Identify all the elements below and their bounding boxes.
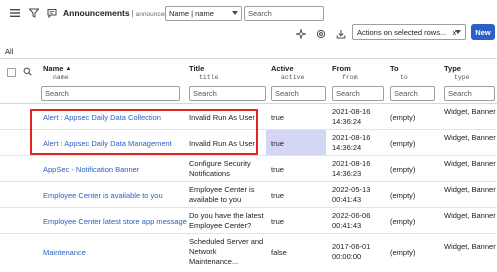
title-cell: Scheduled Server and Network Maintenance… bbox=[189, 237, 264, 266]
hamburger-menu-icon[interactable] bbox=[7, 5, 23, 21]
from-cell: 2017-06-01 00:00:00 bbox=[332, 242, 371, 261]
list-header: Announcements | announcement Name | name bbox=[0, 0, 497, 26]
table-row[interactable]: Employee Center is available to you Empl… bbox=[0, 182, 497, 208]
column-header-type[interactable]: Type type bbox=[444, 64, 470, 81]
title-cell: Invalid Run As User bbox=[189, 113, 255, 122]
column-header-title[interactable]: Title title bbox=[189, 64, 219, 81]
type-cell: Widget, Banner bbox=[444, 211, 496, 220]
from-cell: 2021-08-16 14:36:23 bbox=[332, 159, 371, 178]
active-cell: true bbox=[271, 113, 284, 122]
column-field-name: active bbox=[281, 74, 305, 81]
actions-select-value: Actions on selected rows... x bbox=[357, 27, 457, 37]
column-label: Type bbox=[444, 64, 461, 73]
table-row[interactable]: AppSec - Notification Banner Configure S… bbox=[0, 156, 497, 182]
name-column-search-input[interactable] bbox=[41, 86, 180, 101]
settings-gear-icon[interactable] bbox=[313, 26, 329, 42]
type-cell: Widget, Banner bbox=[444, 159, 496, 168]
name-link[interactable]: Maintenance bbox=[43, 248, 86, 258]
to-cell: (empty) bbox=[390, 191, 416, 200]
download-icon[interactable] bbox=[333, 26, 349, 42]
column-label: Name bbox=[43, 64, 64, 73]
type-cell: Widget, Banner bbox=[444, 242, 496, 251]
column-header-name[interactable]: Name ▲ name bbox=[43, 64, 71, 81]
to-cell: (empty) bbox=[390, 139, 416, 148]
from-column-search-input[interactable] bbox=[332, 86, 384, 101]
search-icon[interactable] bbox=[23, 67, 32, 78]
ai-sparkle-icon[interactable] bbox=[293, 26, 309, 42]
to-cell: (empty) bbox=[390, 113, 416, 122]
table-row[interactable]: Alert : Appsec Daily Data Management Inv… bbox=[0, 130, 497, 156]
from-cell: 2021-08-16 14:36:24 bbox=[332, 133, 371, 152]
sort-ascending-icon: ▲ bbox=[65, 66, 72, 72]
select-all-checkbox[interactable] bbox=[7, 68, 16, 77]
active-cell: true bbox=[271, 191, 284, 200]
breadcrumb[interactable]: All bbox=[5, 47, 13, 56]
chevron-down-icon bbox=[455, 30, 461, 34]
table-row[interactable]: Alert : Appsec Daily Data Collection Inv… bbox=[0, 104, 497, 130]
column-search-row bbox=[0, 83, 497, 104]
table-row[interactable]: Employee Center latest store app message… bbox=[0, 208, 497, 234]
type-cell: Widget, Banner bbox=[444, 107, 496, 116]
column-header-row: Name ▲ name Title title Active active Fro… bbox=[0, 58, 497, 82]
active-cell: true bbox=[271, 217, 284, 226]
name-link[interactable]: Employee Center latest store app message bbox=[43, 217, 187, 227]
actions-on-selected-rows-select[interactable]: Actions on selected rows... x bbox=[352, 24, 466, 40]
active-column-search-input[interactable] bbox=[271, 86, 326, 101]
active-cell: false bbox=[271, 248, 287, 257]
column-label: From bbox=[332, 64, 351, 73]
title-separator: | bbox=[131, 9, 134, 18]
comment-icon[interactable] bbox=[44, 5, 60, 21]
search-input[interactable] bbox=[244, 6, 324, 21]
from-cell: 2022-06-06 00:41:43 bbox=[332, 211, 371, 230]
search-field-select-value: Name | name bbox=[169, 9, 214, 18]
column-label: Title bbox=[189, 64, 205, 73]
active-cell: true bbox=[271, 165, 284, 174]
type-cell: Widget, Banner bbox=[444, 185, 496, 194]
column-label: Active bbox=[271, 64, 294, 73]
column-field-name: from bbox=[342, 74, 358, 81]
to-column-search-input[interactable] bbox=[390, 86, 435, 101]
to-cell: (empty) bbox=[390, 217, 416, 226]
column-field-name: title bbox=[199, 74, 219, 81]
column-header-active[interactable]: Active active bbox=[271, 64, 304, 81]
column-field-name: type bbox=[454, 74, 470, 81]
column-label: To bbox=[390, 64, 399, 73]
to-cell: (empty) bbox=[390, 248, 416, 257]
title-column-search-input[interactable] bbox=[189, 86, 266, 101]
title-cell: Do you have the latest Employee Center? bbox=[189, 211, 264, 230]
title-cell: Invalid Run As User bbox=[189, 139, 255, 148]
new-button[interactable]: New bbox=[471, 24, 495, 40]
name-link[interactable]: AppSec - Notification Banner bbox=[43, 165, 139, 175]
name-link[interactable]: Alert : Appsec Daily Data Collection bbox=[43, 113, 161, 123]
chevron-down-icon bbox=[232, 11, 238, 15]
column-header-from[interactable]: From from bbox=[332, 64, 358, 81]
from-cell: 2021-08-16 14:36:24 bbox=[332, 107, 371, 126]
filter-icon[interactable] bbox=[26, 5, 42, 21]
from-cell: 2022-05-13 00:41:43 bbox=[332, 185, 371, 204]
type-cell: Widget, Banner bbox=[444, 133, 496, 142]
search-field-select[interactable]: Name | name bbox=[165, 6, 242, 21]
table-row[interactable]: Maintenance Scheduled Server and Network… bbox=[0, 234, 497, 272]
name-link[interactable]: Alert : Appsec Daily Data Management bbox=[43, 139, 172, 149]
title-cell: Employee Center is available to you bbox=[189, 185, 255, 204]
column-field-name: to bbox=[400, 74, 408, 81]
name-link[interactable]: Employee Center is available to you bbox=[43, 191, 163, 201]
column-header-to[interactable]: To to bbox=[390, 64, 408, 81]
active-cell: true bbox=[271, 139, 284, 148]
page-title: Announcements bbox=[63, 8, 130, 18]
column-field-name: name bbox=[53, 74, 69, 81]
list-title: Announcements | announcement bbox=[63, 8, 179, 18]
to-cell: (empty) bbox=[390, 165, 416, 174]
title-cell: Configure Security Notifications bbox=[189, 159, 251, 178]
type-column-search-input[interactable] bbox=[444, 86, 495, 101]
